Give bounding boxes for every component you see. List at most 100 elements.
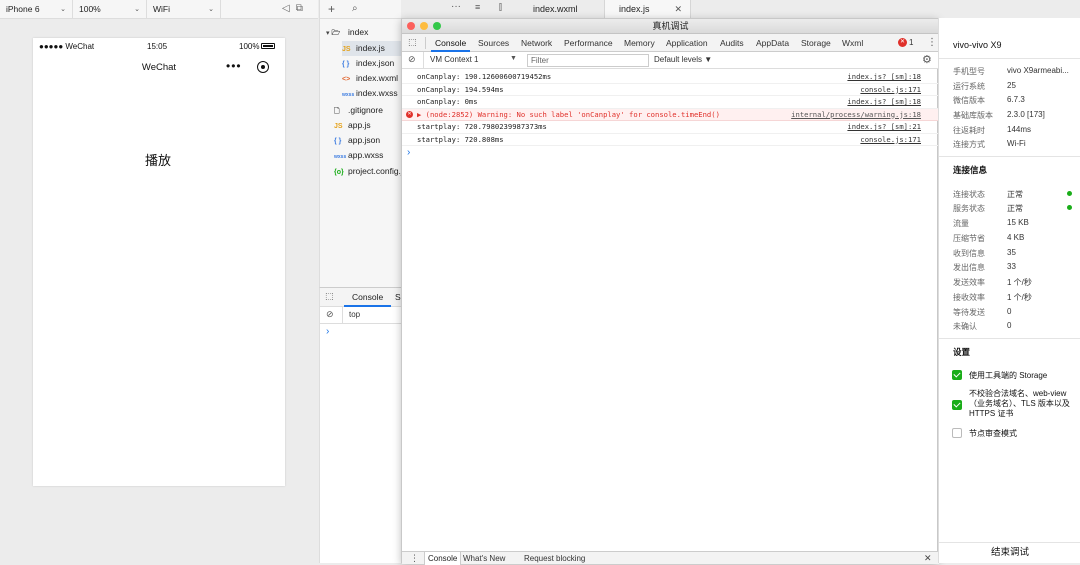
storage-checkbox-label: 使用工具端的 Storage: [969, 371, 1048, 380]
tab-sources[interactable]: Sources: [478, 34, 509, 52]
log-row[interactable]: onCanplay: 0ms index.js? [sm]:18: [402, 96, 939, 109]
log-message: startplay: 720.808ms: [417, 134, 504, 144]
network-select[interactable]: WiFi ⌄: [147, 0, 221, 19]
battery-percent: 100%: [239, 42, 260, 51]
more-icon[interactable]: ···: [451, 1, 461, 12]
tab-application[interactable]: Application: [666, 34, 708, 52]
tree-item-app-wxss[interactable]: wxss app.wxss: [334, 148, 383, 163]
log-row[interactable]: onCanplay: 190.12600600719452ms index.js…: [402, 71, 939, 84]
tab-memory[interactable]: Memory: [624, 34, 655, 52]
inspect-icon[interactable]: ⬚: [408, 37, 417, 48]
tree-item-app-js[interactable]: JS app.js: [334, 118, 371, 133]
remote-debug-info-panel: vivo-vivo X9 手机型号 vivo X9armeabi... 运行系统…: [938, 18, 1080, 563]
close-miniprogram-icon[interactable]: [257, 61, 269, 73]
tab-performance[interactable]: Performance: [564, 34, 613, 52]
tree-item-index-wxml[interactable]: <> index.wxml: [342, 71, 398, 86]
close-window-button[interactable]: [407, 22, 415, 30]
drawer-tab-whats-new[interactable]: What's New: [463, 552, 505, 565]
storage-checkbox[interactable]: [952, 370, 962, 380]
log-row-warning[interactable]: ✕ ▶ (node:2852) Warning: No such label '…: [402, 108, 939, 122]
chevron-down-icon: ⌄: [60, 6, 66, 13]
end-debug-button[interactable]: 结束调试: [939, 543, 1080, 563]
info-value: 1 个/秒: [1007, 278, 1032, 287]
zoom-select[interactable]: 100% ⌄: [73, 0, 147, 19]
split-icon[interactable]: ⫿: [499, 2, 502, 13]
close-icon[interactable]: ✕: [674, 0, 682, 19]
window-titlebar: 真机调试: [402, 19, 939, 34]
log-row[interactable]: startplay: 720.7980239987373ms index.js?…: [402, 121, 939, 134]
device-select[interactable]: iPhone 6 ⌄: [0, 0, 73, 19]
error-count[interactable]: 1: [909, 34, 913, 52]
filter-input[interactable]: Filter: [527, 54, 649, 67]
log-source-link[interactable]: index.js? [sm]:18: [847, 96, 921, 109]
info-value: 正常: [1007, 204, 1023, 213]
more-icon[interactable]: •••: [226, 59, 242, 73]
mini-context-select[interactable]: top: [349, 310, 360, 319]
close-icon[interactable]: ✕: [924, 552, 932, 565]
tab-network[interactable]: Network: [521, 34, 552, 52]
tree-item-index-js[interactable]: JS index.js: [342, 41, 402, 56]
log-source-link[interactable]: console.js:171: [860, 84, 921, 97]
zoom-select-value: 100%: [79, 4, 101, 14]
error-icon: ✕: [898, 38, 907, 47]
log-source-link[interactable]: index.js? [sm]:21: [847, 121, 921, 134]
console-prompt[interactable]: ›: [326, 326, 329, 337]
network-select-value: WiFi: [153, 4, 170, 14]
tab-wxml[interactable]: Wxml: [842, 34, 863, 52]
phone-simulator[interactable]: ●●●●● WeChat 15:05 100% WeChat ••• 播放: [33, 38, 285, 486]
inspect-icon[interactable]: ⬚: [325, 291, 334, 302]
log-message: startplay: 720.7980239987373ms: [417, 122, 547, 131]
log-source-link[interactable]: internal/process/warning.js:18: [791, 109, 921, 122]
info-label: 收到信息: [953, 249, 985, 258]
mini-tab-sources[interactable]: S: [395, 288, 401, 307]
info-label: 压缩节省: [953, 234, 985, 243]
speaker-icon[interactable]: ◁: [282, 3, 296, 14]
log-message[interactable]: ▶ (node:2852) Warning: No such label 'on…: [417, 109, 720, 122]
log-source-link[interactable]: index.js? [sm]:18: [847, 71, 921, 84]
format-icon[interactable]: ≡: [475, 2, 480, 12]
devtools-tabbar: ⬚ Console Sources Network Performance Me…: [402, 34, 939, 52]
log-source-link[interactable]: console.js:171: [860, 134, 921, 147]
tree-item-app-json[interactable]: { } app.json: [334, 133, 380, 148]
mini-tab-console[interactable]: Console: [344, 288, 392, 307]
device-select-value: iPhone 6: [6, 4, 40, 14]
log-row[interactable]: onCanplay: 194.594ms console.js:171: [402, 84, 939, 97]
tab-console[interactable]: Console: [431, 34, 471, 52]
tree-item-index-wxss[interactable]: wxss index.wxss: [342, 86, 398, 101]
console-prompt[interactable]: ›: [407, 147, 410, 158]
play-text[interactable]: 播放: [33, 150, 283, 169]
search-icon[interactable]: ⌕: [352, 3, 358, 14]
tree-item-index-json[interactable]: { } index.json: [342, 56, 394, 71]
skip-domain-check-checkbox[interactable]: [952, 400, 962, 410]
tab-appdata[interactable]: AppData: [756, 34, 789, 52]
log-levels-select[interactable]: Default levels ▼: [654, 55, 712, 64]
tree-item-project-config[interactable]: {o} project.config.json: [334, 164, 402, 179]
kebab-menu-icon[interactable]: ⋮: [927, 34, 937, 52]
tab-storage[interactable]: Storage: [801, 34, 831, 52]
node-inspect-checkbox[interactable]: [952, 428, 962, 438]
popout-icon[interactable]: ⧉: [296, 3, 309, 14]
zoom-window-button[interactable]: [433, 22, 441, 30]
add-icon[interactable]: +: [328, 2, 335, 16]
tree-item-folder-index[interactable]: ▾ 🗁 index: [326, 25, 368, 40]
kebab-menu-icon[interactable]: ⋮: [410, 552, 419, 565]
mini-console: ⬚ Console S ⊘ top ›: [319, 287, 402, 563]
tab-index-js[interactable]: index.js ✕: [605, 0, 691, 19]
tab-audits[interactable]: Audits: [720, 34, 744, 52]
settings-section-title: 设置: [953, 347, 971, 357]
dropdown-arrow-icon: ▼: [510, 55, 517, 62]
gear-icon[interactable]: ⚙: [922, 53, 932, 66]
tab-index-wxml[interactable]: index.wxml: [519, 0, 605, 19]
drawer-tab-request-blocking[interactable]: Request blocking: [524, 552, 585, 565]
minimize-window-button[interactable]: [420, 22, 428, 30]
info-label: 接收效率: [953, 293, 985, 302]
file-icon: 🗋: [334, 108, 340, 115]
log-row[interactable]: startplay: 720.808ms console.js:171: [402, 134, 939, 147]
tree-item-gitignore[interactable]: 🗋 .gitignore: [334, 103, 383, 118]
clear-console-icon[interactable]: ⊘: [326, 309, 334, 320]
drawer-tab-console[interactable]: Console: [424, 552, 462, 565]
context-select[interactable]: VM Context 1 ▼: [428, 54, 522, 67]
editor-tabbar: ··· ≡ ⫿ index.wxml index.js ✕: [401, 0, 1080, 19]
clear-console-icon[interactable]: ⊘: [408, 54, 416, 65]
info-label: 基础库版本: [953, 111, 993, 120]
